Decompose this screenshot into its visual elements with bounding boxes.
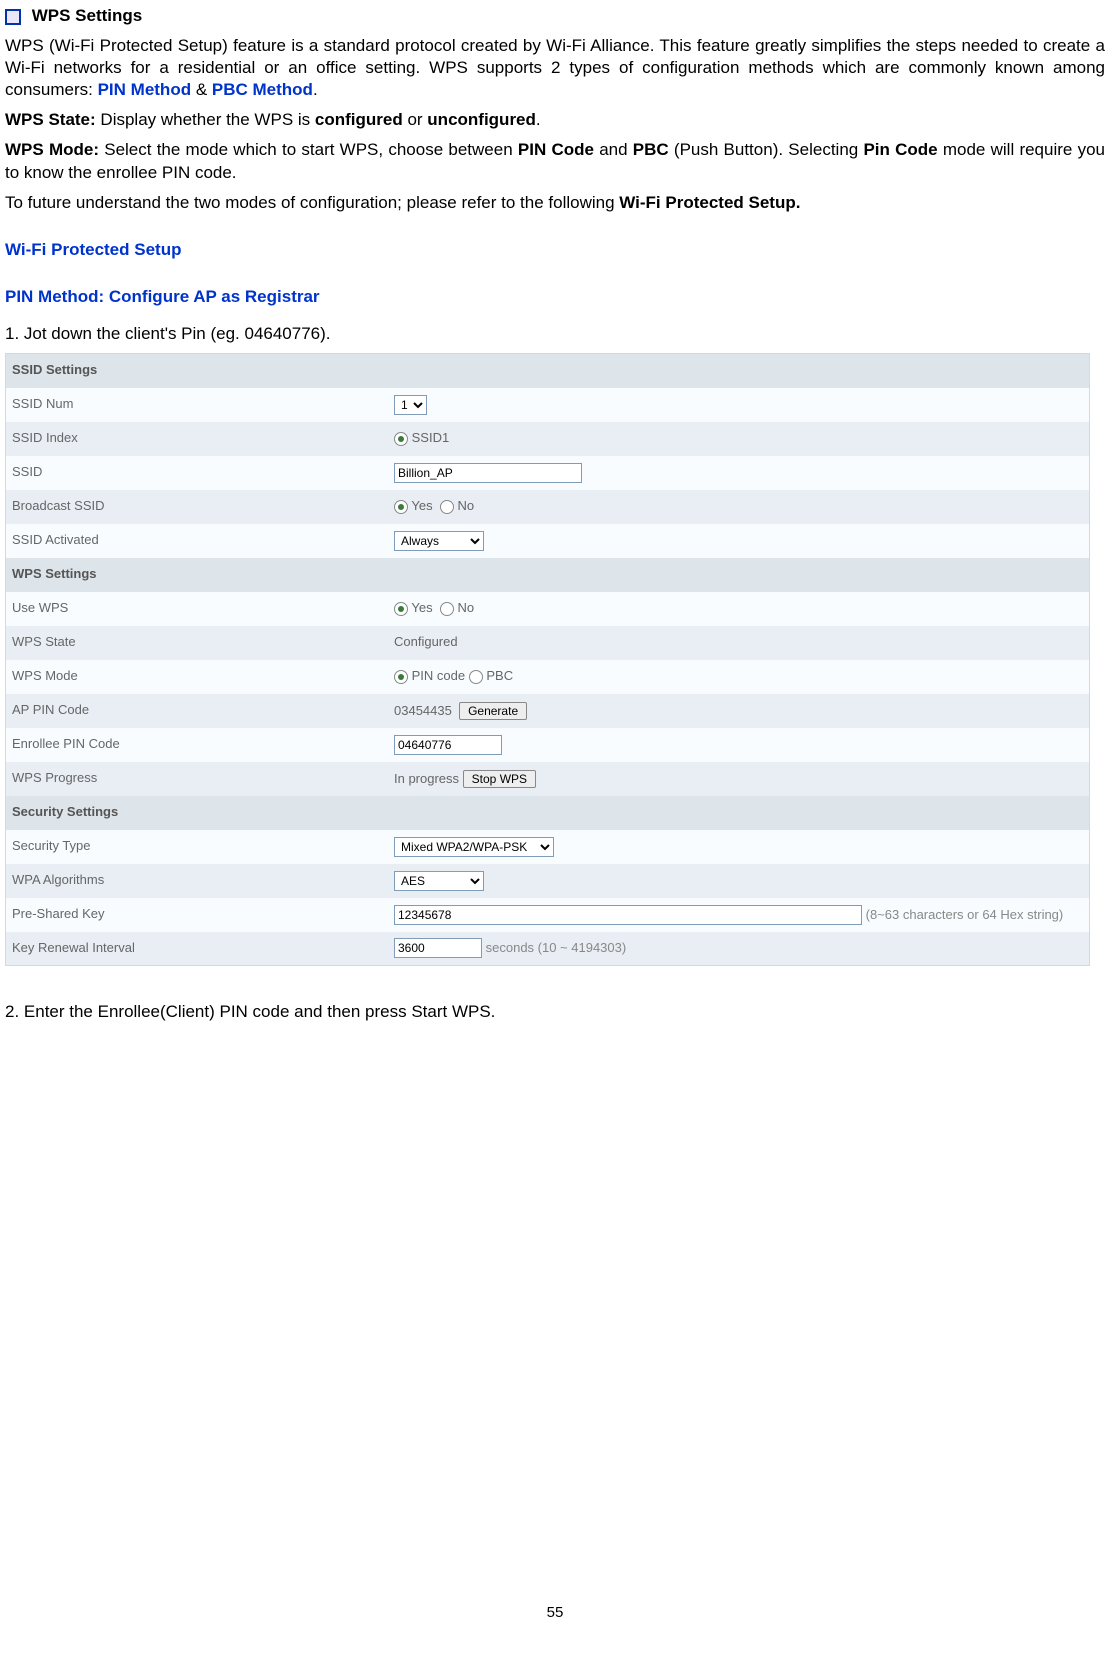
amp-text: & [191, 80, 212, 99]
broadcast-yes-radio[interactable] [394, 500, 408, 514]
wps-state-label: WPS State: [5, 110, 96, 129]
pin-code-text: PIN Code [518, 140, 594, 159]
pin-method-link: PIN Method [98, 80, 192, 99]
section-header: WPS Settings [5, 5, 1105, 27]
security-type-label: Security Type [6, 830, 389, 864]
ssid-label: SSID [6, 456, 389, 490]
renewal-label: Key Renewal Interval [6, 932, 389, 966]
progress-label: WPS Progress [6, 762, 389, 796]
intro-paragraph: WPS (Wi-Fi Protected Setup) feature is a… [5, 35, 1105, 101]
mode-text-b: (Push Button). Selecting [669, 140, 864, 159]
ssid-num-label: SSID Num [6, 388, 389, 422]
wps-mode-pin: PIN code [412, 668, 465, 683]
use-wps-yes-radio[interactable] [394, 602, 408, 616]
wps-settings-header-label: WPS Settings [6, 558, 1090, 592]
wpa-alg-label: WPA Algorithms [6, 864, 389, 898]
ap-pin-label: AP PIN Code [6, 694, 389, 728]
pbc-method-link: PBC Method [212, 80, 313, 99]
renewal-hint: seconds (10 ~ 4194303) [486, 940, 627, 955]
wps-state-paragraph: WPS State: Display whether the WPS is co… [5, 109, 1105, 131]
wps-mode-pbc-radio[interactable] [469, 670, 483, 684]
step2-text: 2. Enter the Enrollee(Client) PIN code a… [5, 1001, 1105, 1023]
renewal-row: Key Renewal Interval seconds (10 ~ 41943… [6, 932, 1090, 966]
pin-code-text-2: Pin Code [863, 140, 937, 159]
dot2: . [536, 110, 541, 129]
wps-state-text-a: Display whether the WPS is [96, 110, 315, 129]
activated-row: SSID Activated Always [6, 524, 1090, 558]
future-b: Wi-Fi Protected Setup. [619, 193, 800, 212]
progress-row: WPS Progress In progress Stop WPS [6, 762, 1090, 796]
renewal-input[interactable] [394, 938, 482, 958]
wps-mode-pin-radio[interactable] [394, 670, 408, 684]
wpa-alg-row: WPA Algorithms AES [6, 864, 1090, 898]
ssid-index-row: SSID Index SSID1 [6, 422, 1090, 456]
ssid-settings-header-label: SSID Settings [6, 354, 1090, 388]
config-screenshot-table: SSID Settings SSID Num 1 SSID Index SSID… [5, 353, 1090, 966]
enrollee-label: Enrollee PIN Code [6, 728, 389, 762]
configured-text: configured [315, 110, 403, 129]
wpa-alg-select[interactable]: AES [394, 871, 484, 891]
pin-registrar-heading: PIN Method: Configure AP as Registrar [5, 286, 1105, 308]
enrollee-row: Enrollee PIN Code [6, 728, 1090, 762]
unconfigured-text: unconfigured [427, 110, 536, 129]
use-wps-row: Use WPS Yes No [6, 592, 1090, 626]
use-wps-no: No [457, 600, 474, 615]
activated-label: SSID Activated [6, 524, 389, 558]
security-type-row: Security Type Mixed WPA2/WPA-PSK [6, 830, 1090, 864]
broadcast-label: Broadcast SSID [6, 490, 389, 524]
wps-mode-row-label: WPS Mode [6, 660, 389, 694]
broadcast-no: No [457, 498, 474, 513]
ap-pin-row: AP PIN Code 03454435 Generate [6, 694, 1090, 728]
ssid-index-value: SSID1 [412, 430, 450, 445]
ssid-num-row: SSID Num 1 [6, 388, 1090, 422]
progress-value: In progress [394, 771, 459, 786]
ap-pin-value: 03454435 [394, 703, 452, 718]
dot: . [313, 80, 318, 99]
future-a: To future understand the two modes of co… [5, 193, 619, 212]
broadcast-row: Broadcast SSID Yes No [6, 490, 1090, 524]
step1-text: 1. Jot down the client's Pin (eg. 046407… [5, 323, 1105, 345]
broadcast-no-radio[interactable] [440, 500, 454, 514]
security-header-label: Security Settings [6, 796, 1090, 830]
use-wps-no-radio[interactable] [440, 602, 454, 616]
wps-mode-label: WPS Mode: [5, 140, 99, 159]
activated-select[interactable]: Always [394, 531, 484, 551]
wps-mode-paragraph: WPS Mode: Select the mode which to start… [5, 139, 1105, 183]
stop-wps-button[interactable]: Stop WPS [463, 770, 536, 788]
mode-text-a: Select the mode which to start WPS, choo… [99, 140, 518, 159]
wps-state-value: Configured [388, 626, 1090, 660]
psk-row: Pre-Shared Key (8~63 characters or 64 He… [6, 898, 1090, 932]
ssid-settings-header: SSID Settings [6, 354, 1090, 388]
psk-label: Pre-Shared Key [6, 898, 389, 932]
pbc-text: PBC [633, 140, 669, 159]
generate-button[interactable]: Generate [459, 702, 527, 720]
future-paragraph: To future understand the two modes of co… [5, 192, 1105, 214]
page-number: 55 [5, 1603, 1105, 1623]
and-text: and [594, 140, 633, 159]
psk-input[interactable] [394, 905, 862, 925]
security-header: Security Settings [6, 796, 1090, 830]
use-wps-yes: Yes [411, 600, 432, 615]
wps-state-row: WPS State Configured [6, 626, 1090, 660]
section-title: WPS Settings [32, 6, 143, 25]
use-wps-label: Use WPS [6, 592, 389, 626]
psk-hint: (8~63 characters or 64 Hex string) [866, 907, 1064, 922]
wps-mode-pbc: PBC [486, 668, 513, 683]
broadcast-yes: Yes [411, 498, 432, 513]
wps-mode-row: WPS Mode PIN code PBC [6, 660, 1090, 694]
ssid-num-select[interactable]: 1 [394, 395, 427, 415]
enrollee-input[interactable] [394, 735, 502, 755]
ssid-row: SSID [6, 456, 1090, 490]
or-text: or [403, 110, 428, 129]
wps-state-row-label: WPS State [6, 626, 389, 660]
ssid-index-radio[interactable] [394, 432, 408, 446]
security-type-select[interactable]: Mixed WPA2/WPA-PSK [394, 837, 554, 857]
section-marker-icon [5, 9, 21, 25]
ssid-index-label: SSID Index [6, 422, 389, 456]
wps-settings-header: WPS Settings [6, 558, 1090, 592]
wifi-protected-heading: Wi-Fi Protected Setup [5, 239, 1105, 261]
ssid-input[interactable] [394, 463, 582, 483]
